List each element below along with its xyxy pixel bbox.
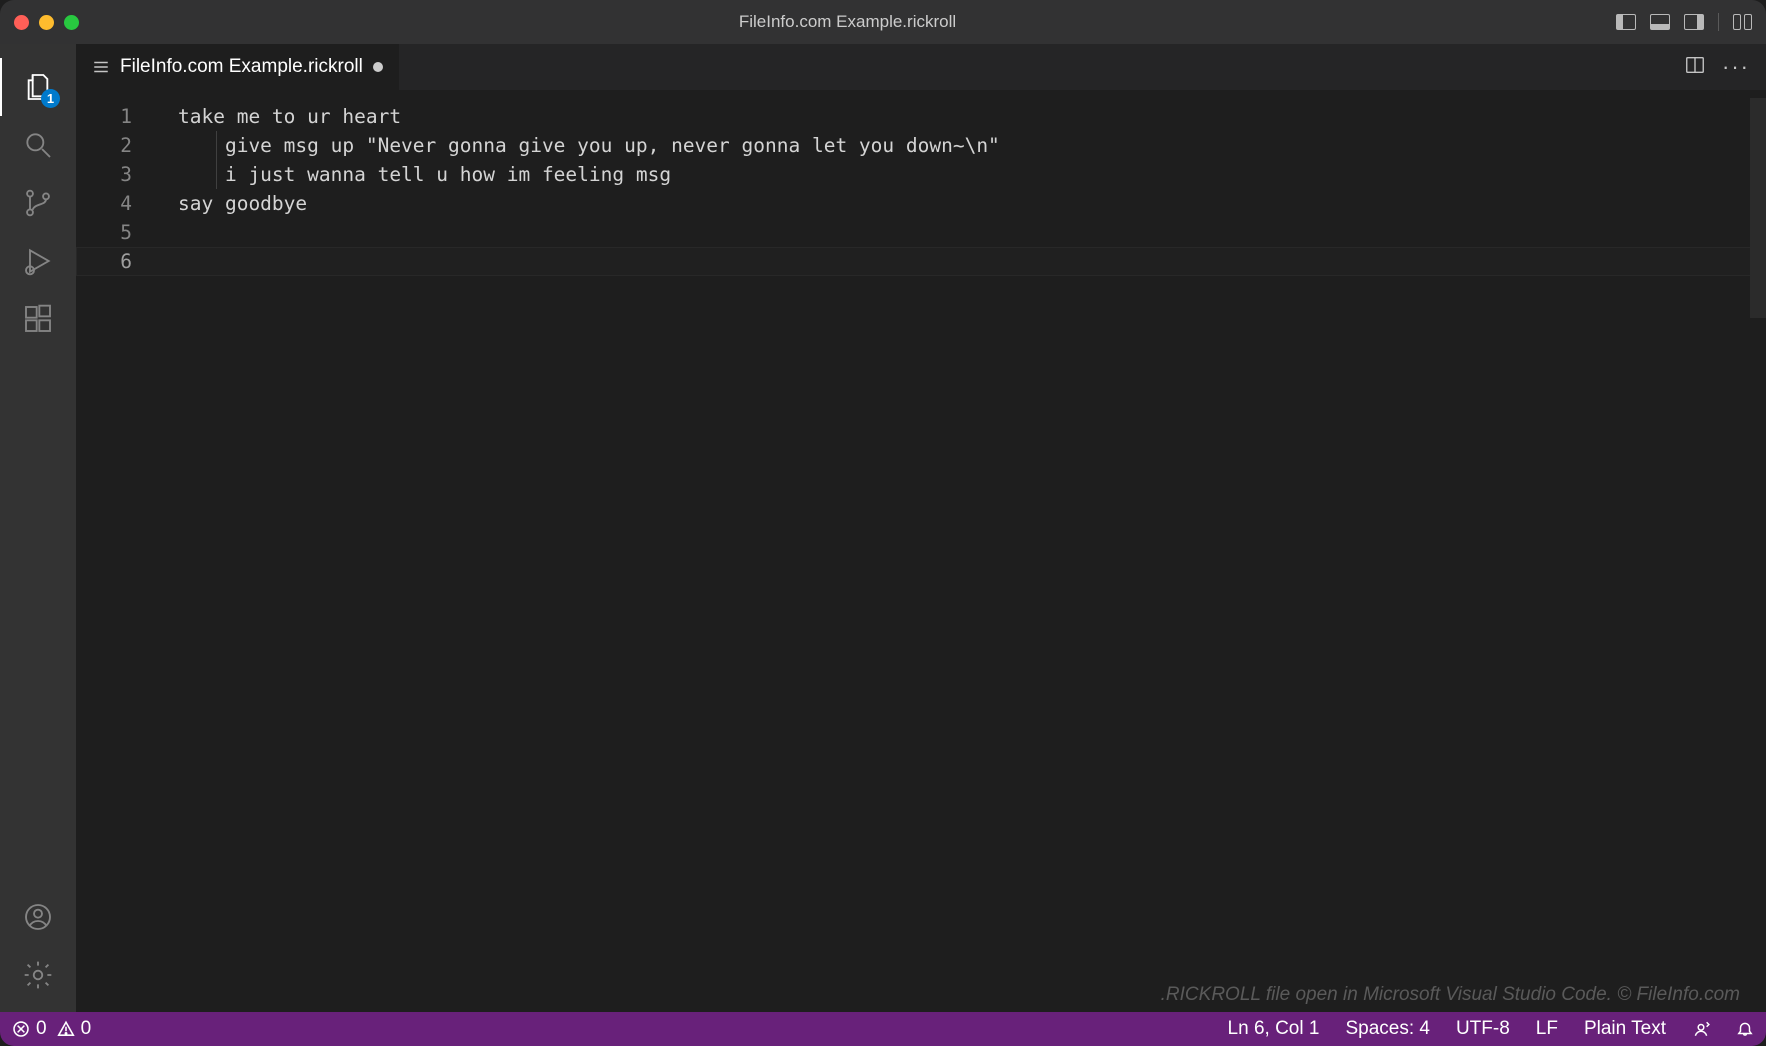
- code-line: take me to ur heart: [178, 102, 1766, 131]
- indent-guide: [216, 131, 217, 189]
- line-number-gutter: 1 2 3 4 5 6: [76, 90, 156, 1012]
- status-eol[interactable]: LF: [1536, 1018, 1558, 1040]
- titlebar: FileInfo.com Example.rickroll: [0, 0, 1766, 44]
- activity-run-debug[interactable]: [0, 232, 76, 290]
- status-bar: 0 0 Ln 6, Col 1 Spaces: 4 UTF-8 LF Plain…: [0, 1012, 1766, 1046]
- activity-accounts[interactable]: [0, 888, 76, 946]
- code-content[interactable]: take me to ur heart give msg up "Never g…: [156, 90, 1766, 1012]
- activity-settings[interactable]: [0, 946, 76, 1004]
- maximize-window-button[interactable]: [64, 15, 79, 30]
- toggle-secondary-sidebar-icon[interactable]: [1684, 14, 1704, 30]
- gear-icon: [22, 959, 54, 991]
- status-notifications[interactable]: [1736, 1020, 1754, 1038]
- status-feedback[interactable]: [1692, 1020, 1710, 1038]
- editor[interactable]: 1 2 3 4 5 6 take me to ur heart give msg…: [76, 90, 1766, 1012]
- tab-bar: FileInfo.com Example.rickroll ···: [76, 44, 1766, 90]
- line-number: 1: [76, 102, 132, 131]
- extensions-icon: [22, 303, 54, 335]
- window-title: FileInfo.com Example.rickroll: [79, 12, 1616, 32]
- error-icon: [12, 1020, 30, 1038]
- line-number: 5: [76, 218, 132, 247]
- status-indentation[interactable]: Spaces: 4: [1345, 1018, 1430, 1040]
- close-window-button[interactable]: [14, 15, 29, 30]
- status-language-mode[interactable]: Plain Text: [1584, 1018, 1666, 1040]
- status-warnings[interactable]: 0: [57, 1018, 92, 1040]
- bell-icon: [1736, 1020, 1754, 1038]
- modified-indicator-icon: [373, 62, 383, 72]
- line-number: 2: [76, 131, 132, 160]
- error-count: 0: [36, 1018, 47, 1040]
- status-cursor-position[interactable]: Ln 6, Col 1: [1228, 1018, 1320, 1040]
- account-icon: [22, 901, 54, 933]
- line-number: 4: [76, 189, 132, 218]
- activity-source-control[interactable]: [0, 174, 76, 232]
- minimize-window-button[interactable]: [39, 15, 54, 30]
- feedback-icon: [1692, 1020, 1710, 1038]
- more-actions-icon[interactable]: ···: [1722, 54, 1750, 80]
- status-encoding[interactable]: UTF-8: [1456, 1018, 1510, 1040]
- tab-active[interactable]: FileInfo.com Example.rickroll: [76, 44, 400, 90]
- activity-extensions[interactable]: [0, 290, 76, 348]
- watermark-caption: .RICKROLL file open in Microsoft Visual …: [1161, 984, 1740, 1006]
- warning-icon: [57, 1020, 75, 1038]
- line-number: 3: [76, 160, 132, 189]
- search-icon: [22, 129, 54, 161]
- code-line: [178, 247, 1766, 276]
- split-editor-icon[interactable]: [1684, 54, 1706, 81]
- warning-count: 0: [81, 1018, 92, 1040]
- code-line: i just wanna tell u how im feeling msg: [178, 160, 1766, 189]
- code-line: give msg up "Never gonna give you up, ne…: [178, 131, 1766, 160]
- toggle-primary-sidebar-icon[interactable]: [1616, 14, 1636, 30]
- editor-actions: ···: [1668, 44, 1766, 90]
- explorer-badge: 1: [41, 89, 60, 108]
- status-errors[interactable]: 0: [12, 1018, 47, 1040]
- activity-search[interactable]: [0, 116, 76, 174]
- activity-explorer[interactable]: 1: [0, 58, 76, 116]
- code-line: say goodbye: [178, 189, 1766, 218]
- toggle-panel-icon[interactable]: [1650, 14, 1670, 30]
- minimap-viewport[interactable]: [1750, 98, 1766, 318]
- activity-bar: 1: [0, 44, 76, 1012]
- window-controls: [14, 15, 79, 30]
- tab-label: FileInfo.com Example.rickroll: [120, 56, 363, 78]
- separator: [1718, 13, 1719, 31]
- debug-icon: [22, 245, 54, 277]
- editor-area: FileInfo.com Example.rickroll ··· 1 2 3 …: [76, 44, 1766, 1012]
- customize-layout-icon[interactable]: [1733, 14, 1752, 30]
- minimap[interactable]: [1750, 90, 1766, 1012]
- branch-icon: [22, 187, 54, 219]
- lines-icon: [92, 58, 110, 76]
- code-line: [178, 218, 1766, 247]
- titlebar-layout-controls: [1616, 13, 1752, 31]
